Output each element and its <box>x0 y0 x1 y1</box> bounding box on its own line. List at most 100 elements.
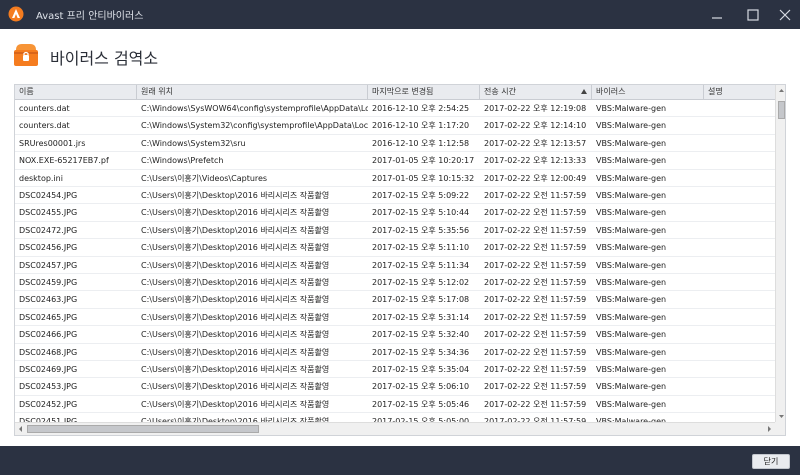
column-header-virus[interactable]: 바이러스 <box>592 85 704 100</box>
table-row[interactable]: DSC02466.JPG C:\Users\이홍기\Desktop\2016 바리… <box>15 326 775 344</box>
cell-modified: 2017-02-15 오후 5:12:02 <box>372 278 470 287</box>
avast-logo-icon <box>8 6 24 22</box>
table-row[interactable]: DSC02451.JPG C:\Users\이홍기\Desktop\2016 바리… <box>15 413 775 422</box>
vertical-scroll-thumb[interactable] <box>778 101 785 119</box>
cell-virus: VBS:Malware-gen <box>596 208 667 218</box>
cell-sent: 2017-02-22 오후 12:19:08 <box>484 104 587 113</box>
table-body: counters.dat C:\Windows\SysWOW64\config\s… <box>15 100 775 422</box>
cell-description <box>704 170 775 187</box>
minimize-button[interactable] <box>700 0 734 29</box>
table-row[interactable]: DSC02455.JPG C:\Users\이홍기\Desktop\2016 바리… <box>15 204 775 222</box>
cell-modified: 2016-12-10 오후 1:12:58 <box>372 138 470 148</box>
cell-name: DSC02472.JPG <box>19 225 78 235</box>
cell-description <box>704 344 775 361</box>
cell-path: C:\Users\이홍기\Desktop\2016 바리시리즈 작품촬영 <box>141 330 330 340</box>
cell-description <box>704 117 775 134</box>
cell-virus: VBS:Malware-gen <box>596 382 667 392</box>
scroll-down-icon[interactable] <box>776 411 786 422</box>
table-row[interactable]: DSC02453.JPG C:\Users\이홍기\Desktop\2016 바리… <box>15 378 775 396</box>
cell-virus: VBS:Malware-gen <box>596 138 667 148</box>
cell-virus: VBS:Malware-gen <box>596 260 667 270</box>
cell-modified: 2017-02-15 오후 5:11:10 <box>372 243 470 253</box>
table-row[interactable]: DSC02469.JPG C:\Users\이홍기\Desktop\2016 바리… <box>15 361 775 379</box>
cell-description <box>704 187 775 204</box>
cell-name: DSC02453.JPG <box>19 382 78 392</box>
cell-virus: VBS:Malware-gen <box>596 191 667 200</box>
table-header: 이름 원래 위치 마지막으로 변경됨 전송 시간 바이러스 설명 <box>15 85 775 100</box>
cell-modified: 2016-12-10 오후 2:54:25 <box>372 104 470 113</box>
cell-virus: VBS:Malware-gen <box>596 295 667 305</box>
cell-sent: 2017-02-22 오전 11:57:59 <box>484 243 587 253</box>
table-row[interactable]: desktop.ini C:\Users\이홍기\Videos\Captures 2… <box>15 170 775 187</box>
quarantine-table: 이름 원래 위치 마지막으로 변경됨 전송 시간 바이러스 설명 counter… <box>14 84 786 436</box>
cell-modified: 2017-02-15 오후 5:32:40 <box>372 330 470 340</box>
scroll-right-icon[interactable] <box>763 423 775 435</box>
column-header-description[interactable]: 설명 <box>704 85 775 100</box>
table-row[interactable]: DSC02472.JPG C:\Users\이홍기\Desktop\2016 바리… <box>15 222 775 240</box>
cell-description <box>704 100 775 117</box>
cell-virus: VBS:Malware-gen <box>596 121 667 131</box>
minimize-icon <box>712 16 722 19</box>
cell-virus: VBS:Malware-gen <box>596 399 667 409</box>
cell-name: DSC02456.JPG <box>19 243 78 253</box>
cell-path: C:\Users\이홍기\Desktop\2016 바리시리즈 작품촬영 <box>141 295 330 305</box>
chest-lock-icon <box>14 44 38 66</box>
cell-modified: 2017-02-15 오후 5:05:00 <box>372 417 470 422</box>
cell-sent: 2017-02-22 오전 11:57:59 <box>484 399 587 409</box>
table-row[interactable]: DSC02465.JPG C:\Users\이홍기\Desktop\2016 바리… <box>15 309 775 327</box>
cell-name: DSC02463.JPG <box>19 295 78 305</box>
horizontal-scrollbar[interactable] <box>15 422 775 435</box>
table-row[interactable]: DSC02459.JPG C:\Users\이홍기\Desktop\2016 바리… <box>15 274 775 292</box>
cell-modified: 2017-02-15 오후 5:35:56 <box>372 225 470 235</box>
cell-description <box>704 396 775 413</box>
column-header-modified[interactable]: 마지막으로 변경됨 <box>368 85 480 100</box>
cell-sent: 2017-02-22 오후 12:13:57 <box>484 138 587 148</box>
cell-sent: 2017-02-22 오전 11:57:59 <box>484 278 587 287</box>
table-row[interactable]: DSC02463.JPG C:\Users\이홍기\Desktop\2016 바리… <box>15 291 775 309</box>
cell-modified: 2017-02-15 오후 5:35:04 <box>372 365 470 374</box>
cell-path: C:\Users\이홍기\Desktop\2016 바리시리즈 작품촬영 <box>141 382 330 392</box>
column-header-name[interactable]: 이름 <box>15 85 137 100</box>
column-header-sent-label: 전송 시간 <box>484 87 516 96</box>
cell-virus: VBS:Malware-gen <box>596 278 667 287</box>
footer-bar: 닫기 <box>0 446 800 475</box>
vertical-scrollbar[interactable] <box>775 85 786 422</box>
cell-description <box>704 222 775 239</box>
cell-path: C:\Users\이홍기\Desktop\2016 바리시리즈 작품촬영 <box>141 260 330 270</box>
horizontal-scroll-thumb[interactable] <box>27 425 259 433</box>
table-row[interactable]: DSC02452.JPG C:\Users\이홍기\Desktop\2016 바리… <box>15 396 775 414</box>
cell-sent: 2017-02-22 오전 11:57:59 <box>484 225 587 235</box>
close-window-button[interactable] <box>768 0 800 29</box>
close-button[interactable]: 닫기 <box>752 454 790 469</box>
column-header-sent[interactable]: 전송 시간 <box>480 85 592 100</box>
cell-path: C:\Windows\SysWOW64\config\systemprofile… <box>141 104 368 113</box>
cell-sent: 2017-02-22 오전 11:57:59 <box>484 260 587 270</box>
table-row[interactable]: DSC02457.JPG C:\Users\이홍기\Desktop\2016 바리… <box>15 257 775 274</box>
table-row[interactable]: counters.dat C:\Windows\SysWOW64\config\s… <box>15 100 775 118</box>
cell-virus: VBS:Malware-gen <box>596 347 667 357</box>
cell-sent: 2017-02-22 오전 11:57:59 <box>484 347 587 357</box>
maximize-icon <box>747 8 759 21</box>
table-row[interactable]: DSC02468.JPG C:\Users\이홍기\Desktop\2016 바리… <box>15 344 775 361</box>
table-row[interactable]: DSC02454.JPG C:\Users\이홍기\Desktop\2016 바리… <box>15 187 775 205</box>
table-row[interactable]: DSC02456.JPG C:\Users\이홍기\Desktop\2016 바리… <box>15 239 775 257</box>
table-row[interactable]: NOX.EXE-65217EB7.pf C:\Windows\Prefetch 20… <box>15 152 775 170</box>
page-header: 바이러스 검역소 <box>0 29 800 81</box>
cell-name: NOX.EXE-65217EB7.pf <box>19 156 109 166</box>
cell-sent: 2017-02-22 오전 11:57:59 <box>484 382 587 392</box>
table-row[interactable]: counters.dat C:\Windows\System32\config\s… <box>15 117 775 135</box>
table-row[interactable]: SRUres00001.jrs C:\Windows\System32\sru 20… <box>15 135 775 153</box>
scroll-up-icon[interactable] <box>776 85 786 96</box>
cell-virus: VBS:Malware-gen <box>596 156 667 166</box>
cell-modified: 2017-01-05 오후 10:15:32 <box>372 173 475 183</box>
cell-modified: 2017-02-15 오후 5:11:34 <box>372 260 470 270</box>
cell-sent: 2017-02-22 오후 12:14:10 <box>484 121 587 131</box>
cell-path: C:\Users\이홍기\Desktop\2016 바리시리즈 작품촬영 <box>141 191 330 200</box>
cell-name: DSC02451.JPG <box>19 417 78 422</box>
maximize-button[interactable] <box>736 0 770 29</box>
scroll-left-icon[interactable] <box>15 423 27 435</box>
column-header-path[interactable]: 원래 위치 <box>137 85 368 100</box>
cell-name: DSC02468.JPG <box>19 347 78 357</box>
cell-description <box>704 204 775 221</box>
cell-name: SRUres00001.jrs <box>19 138 86 148</box>
